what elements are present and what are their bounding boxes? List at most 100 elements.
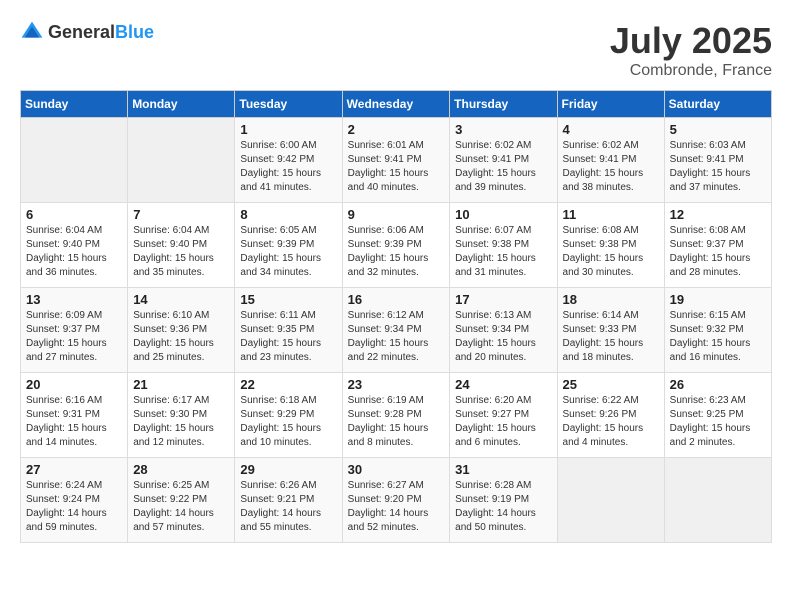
day-number: 15 xyxy=(240,292,336,307)
day-cell: 31 Sunrise: 6:28 AMSunset: 9:19 PMDayligh… xyxy=(450,458,557,543)
day-number: 8 xyxy=(240,207,336,222)
day-info: Sunrise: 6:15 AMSunset: 9:32 PMDaylight:… xyxy=(670,309,766,365)
day-number: 24 xyxy=(455,377,551,392)
day-number: 18 xyxy=(563,292,659,307)
weekday-header-sunday: Sunday xyxy=(21,91,128,118)
day-number: 17 xyxy=(455,292,551,307)
day-cell xyxy=(557,458,664,543)
day-number: 5 xyxy=(670,122,766,137)
day-cell: 26 Sunrise: 6:23 AMSunset: 9:25 PMDayligh… xyxy=(664,373,771,458)
day-number: 10 xyxy=(455,207,551,222)
logo-general: General xyxy=(48,22,115,42)
day-number: 21 xyxy=(133,377,229,392)
day-cell: 25 Sunrise: 6:22 AMSunset: 9:26 PMDayligh… xyxy=(557,373,664,458)
day-cell: 18 Sunrise: 6:14 AMSunset: 9:33 PMDayligh… xyxy=(557,288,664,373)
calendar-table: SundayMondayTuesdayWednesdayThursdayFrid… xyxy=(20,90,772,543)
day-number: 4 xyxy=(563,122,659,137)
day-number: 27 xyxy=(26,462,122,477)
day-cell: 9 Sunrise: 6:06 AMSunset: 9:39 PMDaylight… xyxy=(342,203,450,288)
day-number: 3 xyxy=(455,122,551,137)
day-info: Sunrise: 6:04 AMSunset: 9:40 PMDaylight:… xyxy=(26,224,122,280)
day-info: Sunrise: 6:08 AMSunset: 9:37 PMDaylight:… xyxy=(670,224,766,280)
day-number: 1 xyxy=(240,122,336,137)
day-cell xyxy=(128,118,235,203)
day-info: Sunrise: 6:05 AMSunset: 9:39 PMDaylight:… xyxy=(240,224,336,280)
week-row-1: 6Sunrise: 6:04 AMSunset: 9:40 PMDaylight… xyxy=(21,203,772,288)
day-info: Sunrise: 6:12 AMSunset: 9:34 PMDaylight:… xyxy=(348,309,445,365)
weekday-header-wednesday: Wednesday xyxy=(342,91,450,118)
day-cell xyxy=(21,118,128,203)
day-number: 26 xyxy=(670,377,766,392)
day-info: Sunrise: 6:28 AMSunset: 9:19 PMDaylight:… xyxy=(455,479,551,535)
day-number: 22 xyxy=(240,377,336,392)
day-info: Sunrise: 6:03 AMSunset: 9:41 PMDaylight:… xyxy=(670,139,766,195)
day-info: Sunrise: 6:25 AMSunset: 9:22 PMDaylight:… xyxy=(133,479,229,535)
day-info: Sunrise: 6:02 AMSunset: 9:41 PMDaylight:… xyxy=(455,139,551,195)
day-info: Sunrise: 6:08 AMSunset: 9:38 PMDaylight:… xyxy=(563,224,659,280)
week-row-3: 20 Sunrise: 6:16 AMSunset: 9:31 PMDayligh… xyxy=(21,373,772,458)
day-cell: 20 Sunrise: 6:16 AMSunset: 9:31 PMDayligh… xyxy=(21,373,128,458)
day-number: 16 xyxy=(348,292,445,307)
month-title: July 2025 xyxy=(610,20,772,62)
day-number: 14 xyxy=(133,292,229,307)
day-cell: 1 Sunrise: 6:00 AMSunset: 9:42 PMDaylight… xyxy=(235,118,342,203)
day-cell: 24 Sunrise: 6:20 AMSunset: 9:27 PMDayligh… xyxy=(450,373,557,458)
day-cell: 17 Sunrise: 6:13 AMSunset: 9:34 PMDayligh… xyxy=(450,288,557,373)
day-number: 25 xyxy=(563,377,659,392)
day-number: 31 xyxy=(455,462,551,477)
day-info: Sunrise: 6:04 AMSunset: 9:40 PMDaylight:… xyxy=(133,224,229,280)
day-cell: 23 Sunrise: 6:19 AMSunset: 9:28 PMDayligh… xyxy=(342,373,450,458)
week-row-0: 1 Sunrise: 6:00 AMSunset: 9:42 PMDaylight… xyxy=(21,118,772,203)
day-cell: 14 Sunrise: 6:10 AMSunset: 9:36 PMDayligh… xyxy=(128,288,235,373)
day-info: Sunrise: 6:06 AMSunset: 9:39 PMDaylight:… xyxy=(348,224,445,280)
day-cell: 3 Sunrise: 6:02 AMSunset: 9:41 PMDaylight… xyxy=(450,118,557,203)
location-title: Combronde, France xyxy=(610,62,772,80)
day-number: 28 xyxy=(133,462,229,477)
day-cell: 7 Sunrise: 6:04 AMSunset: 9:40 PMDaylight… xyxy=(128,203,235,288)
weekday-header-saturday: Saturday xyxy=(664,91,771,118)
day-info: Sunrise: 6:26 AMSunset: 9:21 PMDaylight:… xyxy=(240,479,336,535)
day-number: 29 xyxy=(240,462,336,477)
day-cell: 29 Sunrise: 6:26 AMSunset: 9:21 PMDayligh… xyxy=(235,458,342,543)
day-info: Sunrise: 6:22 AMSunset: 9:26 PMDaylight:… xyxy=(563,394,659,450)
weekday-header-friday: Friday xyxy=(557,91,664,118)
day-number: 20 xyxy=(26,377,122,392)
day-info: Sunrise: 6:20 AMSunset: 9:27 PMDaylight:… xyxy=(455,394,551,450)
day-cell: 21 Sunrise: 6:17 AMSunset: 9:30 PMDayligh… xyxy=(128,373,235,458)
day-info: Sunrise: 6:16 AMSunset: 9:31 PMDaylight:… xyxy=(26,394,122,450)
day-number: 9 xyxy=(348,207,445,222)
day-number: 12 xyxy=(670,207,766,222)
day-cell: 6Sunrise: 6:04 AMSunset: 9:40 PMDaylight… xyxy=(21,203,128,288)
day-cell: 4Sunrise: 6:02 AMSunset: 9:41 PMDaylight… xyxy=(557,118,664,203)
day-info: Sunrise: 6:14 AMSunset: 9:33 PMDaylight:… xyxy=(563,309,659,365)
day-info: Sunrise: 6:07 AMSunset: 9:38 PMDaylight:… xyxy=(455,224,551,280)
day-cell: 27Sunrise: 6:24 AMSunset: 9:24 PMDayligh… xyxy=(21,458,128,543)
day-cell: 12 Sunrise: 6:08 AMSunset: 9:37 PMDayligh… xyxy=(664,203,771,288)
day-number: 13 xyxy=(26,292,122,307)
day-number: 23 xyxy=(348,377,445,392)
day-cell: 16 Sunrise: 6:12 AMSunset: 9:34 PMDayligh… xyxy=(342,288,450,373)
day-info: Sunrise: 6:10 AMSunset: 9:36 PMDaylight:… xyxy=(133,309,229,365)
day-number: 7 xyxy=(133,207,229,222)
weekday-header-tuesday: Tuesday xyxy=(235,91,342,118)
day-cell: 22Sunrise: 6:18 AMSunset: 9:29 PMDayligh… xyxy=(235,373,342,458)
day-info: Sunrise: 6:17 AMSunset: 9:30 PMDaylight:… xyxy=(133,394,229,450)
week-row-4: 27Sunrise: 6:24 AMSunset: 9:24 PMDayligh… xyxy=(21,458,772,543)
day-info: Sunrise: 6:09 AMSunset: 9:37 PMDaylight:… xyxy=(26,309,122,365)
day-cell: 28 Sunrise: 6:25 AMSunset: 9:22 PMDayligh… xyxy=(128,458,235,543)
day-cell: 8 Sunrise: 6:05 AMSunset: 9:39 PMDaylight… xyxy=(235,203,342,288)
weekday-header-row: SundayMondayTuesdayWednesdayThursdayFrid… xyxy=(21,91,772,118)
logo: GeneralBlue xyxy=(20,20,154,44)
day-info: Sunrise: 6:19 AMSunset: 9:28 PMDaylight:… xyxy=(348,394,445,450)
logo-blue: Blue xyxy=(115,22,154,42)
day-cell: 11Sunrise: 6:08 AMSunset: 9:38 PMDayligh… xyxy=(557,203,664,288)
day-info: Sunrise: 6:11 AMSunset: 9:35 PMDaylight:… xyxy=(240,309,336,365)
week-row-2: 13 Sunrise: 6:09 AMSunset: 9:37 PMDayligh… xyxy=(21,288,772,373)
day-info: Sunrise: 6:13 AMSunset: 9:34 PMDaylight:… xyxy=(455,309,551,365)
day-info: Sunrise: 6:23 AMSunset: 9:25 PMDaylight:… xyxy=(670,394,766,450)
weekday-header-monday: Monday xyxy=(128,91,235,118)
day-number: 2 xyxy=(348,122,445,137)
day-cell: 30Sunrise: 6:27 AMSunset: 9:20 PMDayligh… xyxy=(342,458,450,543)
day-info: Sunrise: 6:00 AMSunset: 9:42 PMDaylight:… xyxy=(240,139,336,195)
day-number: 30 xyxy=(348,462,445,477)
